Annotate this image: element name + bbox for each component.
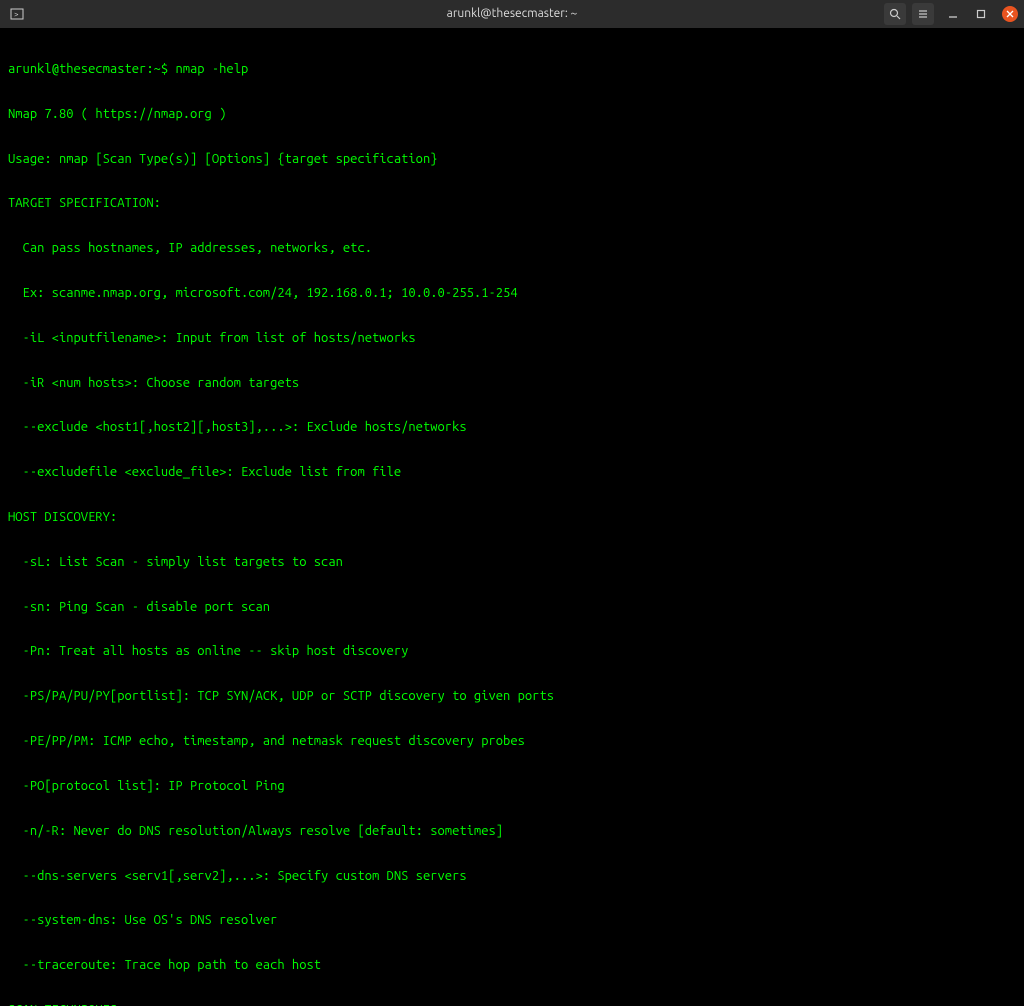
output-line: --excludefile <exclude_file>: Exclude li… <box>8 465 1016 480</box>
output-line: -iL <inputfilename>: Input from list of … <box>8 331 1016 346</box>
output-line: -sL: List Scan - simply list targets to … <box>8 555 1016 570</box>
output-line: --traceroute: Trace hop path to each hos… <box>8 958 1016 973</box>
window-titlebar: > arunkl@thesecmaster: ~ <box>0 0 1024 28</box>
titlebar-left: > <box>6 3 28 25</box>
close-button[interactable] <box>1002 6 1018 22</box>
prompt-sep: : <box>146 62 153 76</box>
output-line: --exclude <host1[,host2][,host3],...>: E… <box>8 420 1016 435</box>
output-line: -PO[protocol list]: IP Protocol Ping <box>8 779 1016 794</box>
output-line: Can pass hostnames, IP addresses, networ… <box>8 241 1016 256</box>
minimize-button[interactable] <box>944 5 962 23</box>
output-line: -iR <num hosts>: Choose random targets <box>8 376 1016 391</box>
output-line: -sn: Ping Scan - disable port scan <box>8 600 1016 615</box>
app-menu-icon[interactable]: > <box>6 3 28 25</box>
titlebar-right <box>884 3 1018 25</box>
search-button[interactable] <box>884 3 906 25</box>
output-line: TARGET SPECIFICATION: <box>8 196 1016 211</box>
output-line: -n/-R: Never do DNS resolution/Always re… <box>8 824 1016 839</box>
output-line: Usage: nmap [Scan Type(s)] [Options] {ta… <box>8 152 1016 167</box>
output-line: Nmap 7.80 ( https://nmap.org ) <box>8 107 1016 122</box>
output-line: HOST DISCOVERY: <box>8 510 1016 525</box>
output-line: --system-dns: Use OS's DNS resolver <box>8 913 1016 928</box>
output-line: --dns-servers <serv1[,serv2],...>: Speci… <box>8 869 1016 884</box>
output-line: SCAN TECHNIQUES: <box>8 1003 1016 1006</box>
output-line: -PE/PP/PM: ICMP echo, timestamp, and net… <box>8 734 1016 749</box>
prompt-user-host: arunkl@thesecmaster <box>8 62 146 76</box>
output-line: -Pn: Treat all hosts as online -- skip h… <box>8 644 1016 659</box>
maximize-button[interactable] <box>972 5 990 23</box>
svg-text:>: > <box>14 10 19 19</box>
terminal-area[interactable]: arunkl@thesecmaster:~$ nmap -help Nmap 7… <box>0 28 1024 1006</box>
window-title: arunkl@thesecmaster: ~ <box>447 7 578 21</box>
output-line: Ex: scanme.nmap.org, microsoft.com/24, 1… <box>8 286 1016 301</box>
command-text: nmap -help <box>175 62 248 76</box>
menu-button[interactable] <box>912 3 934 25</box>
output-line: -PS/PA/PU/PY[portlist]: TCP SYN/ACK, UDP… <box>8 689 1016 704</box>
prompt-path: ~ <box>154 62 161 76</box>
prompt-line: arunkl@thesecmaster:~$ nmap -help <box>8 62 1016 77</box>
